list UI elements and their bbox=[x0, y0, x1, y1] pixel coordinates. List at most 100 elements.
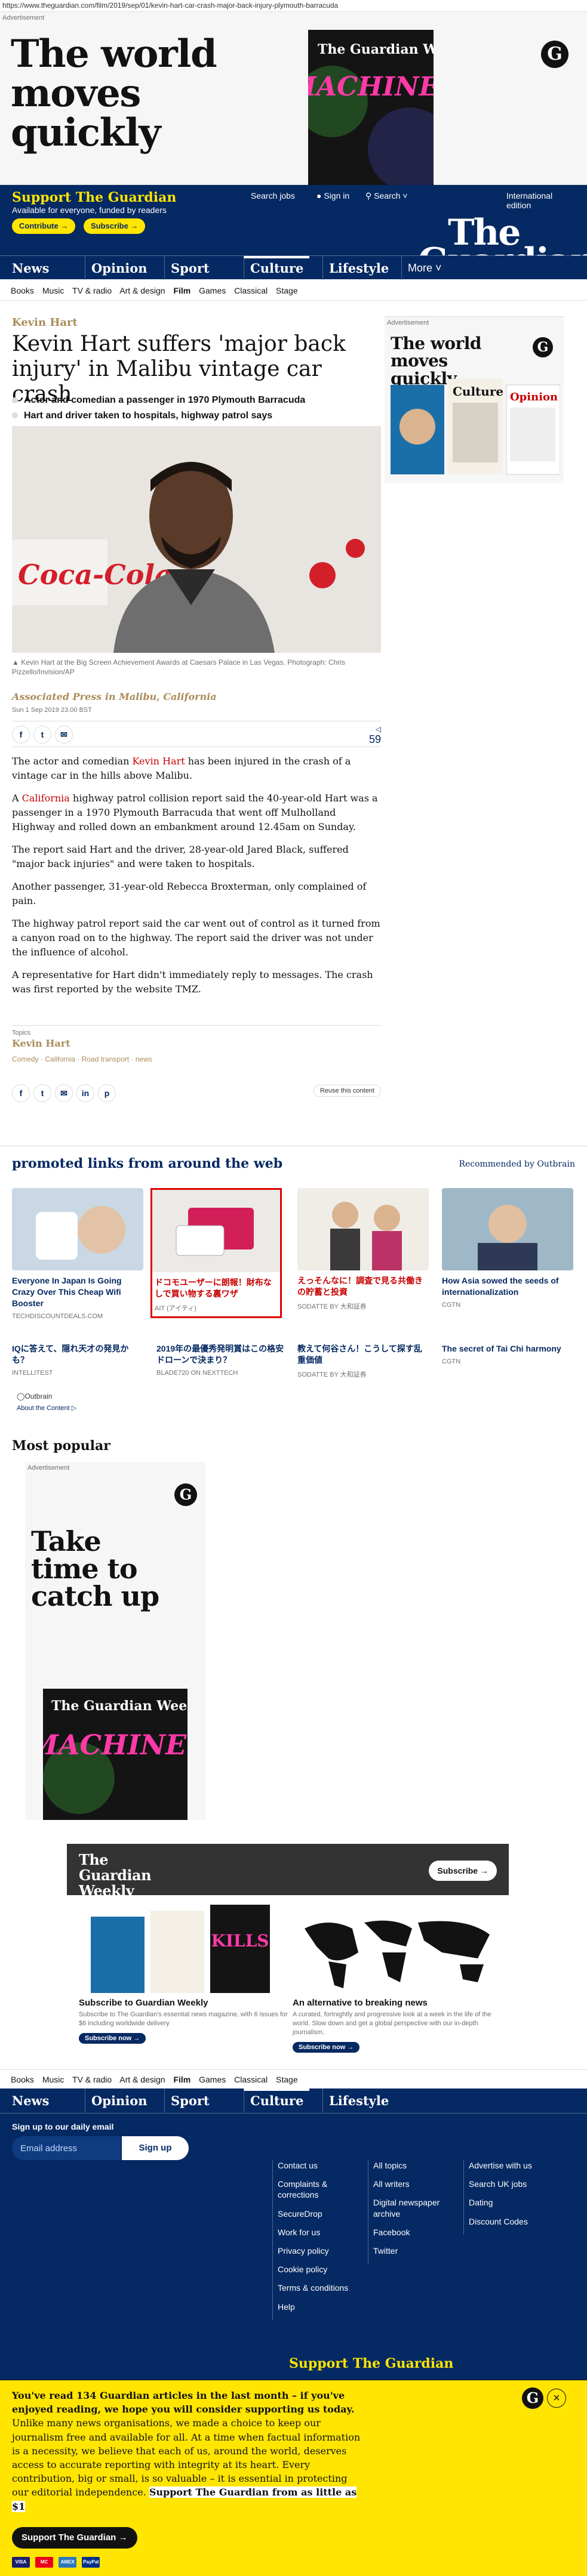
footer-link[interactable]: Help bbox=[278, 2302, 362, 2312]
recommended-by-outbrain[interactable]: Recommended by Outbrain bbox=[459, 1159, 575, 1169]
subnav-books[interactable]: Books bbox=[11, 286, 34, 295]
nav-opinion[interactable]: Opinion bbox=[85, 256, 153, 280]
promoted-text-link[interactable]: IQに答えて、隠れ天才の発見かも？ INTELLITEST bbox=[12, 1343, 143, 1377]
promoted-card[interactable]: ドコモユーザーに朗報！財布なしで買い物する裏ワザ AIT (アイティ) bbox=[150, 1188, 282, 1318]
email-field[interactable] bbox=[12, 2136, 121, 2160]
weekly-card[interactable]: KILLS Subscribe to Guardian Weekly Subsc… bbox=[79, 1905, 294, 2044]
subnav-tv[interactable]: TV & radio bbox=[72, 286, 112, 295]
subnav-art[interactable]: Art & design bbox=[119, 2075, 165, 2084]
footer-link[interactable]: Discount Codes bbox=[469, 2216, 553, 2227]
weekly-card-button[interactable]: Subscribe now → bbox=[79, 2032, 146, 2044]
sign-in-link[interactable]: ● Sign in bbox=[316, 191, 349, 200]
weekly-subscribe-button[interactable]: Subscribe → bbox=[429, 1861, 497, 1881]
facebook-share-icon[interactable]: f bbox=[12, 726, 30, 744]
subnav-stage[interactable]: Stage bbox=[276, 2075, 298, 2084]
reuse-content-button[interactable]: Reuse this content bbox=[313, 1085, 381, 1097]
nav-sport[interactable]: Sport bbox=[164, 2088, 216, 2112]
promoted-card[interactable]: えっそんなに！調査で見る共働きの貯蓄と投資 SODATTE BY 大和証券 bbox=[297, 1188, 429, 1311]
contribute-button[interactable]: Contribute → bbox=[12, 218, 76, 234]
footer-link[interactable]: Dating bbox=[469, 2197, 553, 2208]
california-link[interactable]: California bbox=[22, 792, 70, 804]
promoted-text-link[interactable]: 2019年の最優秀発明賞はこの格安ドローンで決まり？ BLADE720 ON NE… bbox=[156, 1343, 288, 1377]
footer-link[interactable]: Cookie policy bbox=[278, 2264, 362, 2275]
weekly-card-desc: Subscribe to The Guardian's essential ne… bbox=[79, 2011, 288, 2027]
subnav-stage[interactable]: Stage bbox=[276, 286, 298, 295]
outbrain-logo[interactable]: ◯Outbrain bbox=[17, 1392, 52, 1400]
right-advertisement[interactable]: Advertisement The world moves quickly G … bbox=[385, 316, 564, 483]
article-paragraph: The highway patrol report said the car w… bbox=[12, 918, 380, 958]
promoted-text-link[interactable]: The secret of Tai Chi harmony CGTN bbox=[442, 1343, 573, 1365]
subscribe-button[interactable]: Subscribe → bbox=[84, 218, 146, 234]
subnav-tv[interactable]: TV & radio bbox=[72, 2075, 112, 2084]
article-byline[interactable]: Associated Press in Malibu, California bbox=[12, 691, 217, 702]
footer-link[interactable]: Digital newspaper archive bbox=[373, 2197, 457, 2219]
nav-culture[interactable]: Culture bbox=[244, 2088, 310, 2112]
ad-headline: The world moves quickly bbox=[11, 32, 217, 155]
footer-link[interactable]: Complaints & corrections bbox=[278, 2179, 362, 2200]
footer-link[interactable]: Advertise with us bbox=[469, 2160, 553, 2171]
subnav-classical[interactable]: Classical bbox=[234, 286, 268, 295]
topic-tags[interactable]: Comedy · California · Road transport · n… bbox=[12, 1055, 381, 1063]
kevin-hart-link[interactable]: Kevin Hart bbox=[133, 755, 185, 767]
facebook-share-icon[interactable]: f bbox=[12, 1084, 30, 1102]
top-advertisement[interactable]: Advertisement The world moves quickly Th… bbox=[0, 12, 587, 186]
footer-link[interactable]: SecureDrop bbox=[278, 2208, 362, 2219]
comment-count[interactable]: ◁ 59 bbox=[369, 725, 381, 746]
weekly-card-button[interactable]: Subscribe now → bbox=[293, 2041, 360, 2053]
weekly-magazine-cover: The Guardian Weekly THIS MACHINE KILLS bbox=[308, 30, 434, 186]
nav-news[interactable]: News bbox=[6, 256, 55, 280]
subnav-music[interactable]: Music bbox=[42, 2075, 64, 2084]
article-kicker[interactable]: Kevin Hart bbox=[12, 316, 78, 329]
signup-button[interactable]: Sign up bbox=[122, 2136, 189, 2160]
footer-link[interactable]: Terms & conditions bbox=[278, 2282, 362, 2293]
subnav-games[interactable]: Games bbox=[199, 2075, 226, 2084]
about-content-link[interactable]: About the Content ▷ bbox=[17, 1404, 76, 1412]
footer-link[interactable]: Work for us bbox=[278, 2227, 362, 2238]
twitter-share-icon[interactable]: t bbox=[33, 726, 51, 744]
nav-news[interactable]: News bbox=[6, 2088, 55, 2112]
subnav-music[interactable]: Music bbox=[42, 286, 64, 295]
search-link[interactable]: ⚲ Search ˅ bbox=[365, 191, 408, 201]
most-popular-advertisement[interactable]: Advertisement G Take time to catch up Th… bbox=[25, 1462, 205, 1820]
subnav-art[interactable]: Art & design bbox=[119, 286, 165, 295]
footer-link[interactable]: Search UK jobs bbox=[469, 2179, 553, 2189]
nav-more[interactable]: More ˅ bbox=[401, 256, 448, 280]
support-guardian-button[interactable]: Support The Guardian → bbox=[12, 2527, 137, 2549]
email-share-icon[interactable]: ✉ bbox=[55, 726, 73, 744]
masthead: Support The Guardian Available for every… bbox=[0, 185, 587, 279]
nav-lifestyle[interactable]: Lifestyle bbox=[322, 256, 395, 280]
footer-link[interactable]: Facebook bbox=[373, 2227, 457, 2238]
footer-link[interactable]: Contact us bbox=[278, 2160, 362, 2171]
topic-kevin-hart[interactable]: Kevin Hart bbox=[12, 1038, 381, 1049]
weekly-card-desc: A curated, fortnightly and progressive l… bbox=[293, 2011, 491, 2036]
subnav-games[interactable]: Games bbox=[199, 286, 226, 295]
email-share-icon[interactable]: ✉ bbox=[55, 1084, 73, 1102]
footer-link[interactable]: All writers bbox=[373, 2179, 457, 2189]
twitter-share-icon[interactable]: t bbox=[33, 1084, 51, 1102]
search-jobs-link[interactable]: Search jobs bbox=[251, 191, 295, 200]
subnav-books[interactable]: Books bbox=[11, 2075, 34, 2084]
subnav-film[interactable]: Film bbox=[173, 286, 190, 295]
pinterest-share-icon[interactable]: p bbox=[98, 1084, 116, 1102]
footer-link[interactable]: Twitter bbox=[373, 2245, 457, 2256]
subnav-film[interactable]: Film bbox=[173, 2075, 190, 2084]
nav-lifestyle[interactable]: Lifestyle bbox=[322, 2088, 395, 2112]
nav-sport[interactable]: Sport bbox=[164, 256, 216, 280]
weekly-card[interactable]: An alternative to breaking news A curate… bbox=[293, 1905, 508, 2053]
edition-selector[interactable]: International edition bbox=[506, 191, 572, 210]
nav-culture[interactable]: Culture bbox=[244, 256, 310, 280]
nav-opinion[interactable]: Opinion bbox=[85, 2088, 153, 2112]
footer-support-title[interactable]: Support The Guardian bbox=[289, 2356, 453, 2371]
close-icon[interactable]: × bbox=[547, 2389, 566, 2408]
promoted-image bbox=[12, 1188, 143, 1270]
guardian-roundel-icon: G bbox=[533, 337, 553, 357]
url-bar[interactable]: https://www.theguardian.com/film/2019/se… bbox=[0, 0, 587, 12]
promoted-card[interactable]: Everyone In Japan Is Going Crazy Over Th… bbox=[12, 1188, 143, 1320]
footer-link[interactable]: All topics bbox=[373, 2160, 457, 2171]
promoted-text-link[interactable]: 教えて何谷さん！こうして探す乱重価値 SODATTE BY 大和証券 bbox=[297, 1343, 429, 1379]
subnav-classical[interactable]: Classical bbox=[234, 2075, 268, 2084]
linkedin-share-icon[interactable]: in bbox=[76, 1084, 94, 1102]
article-paragraph: The report said Hart and the driver, 28-… bbox=[12, 844, 349, 869]
promoted-card[interactable]: How Asia sowed the seeds of internationa… bbox=[442, 1188, 573, 1309]
footer-link[interactable]: Privacy policy bbox=[278, 2245, 362, 2256]
